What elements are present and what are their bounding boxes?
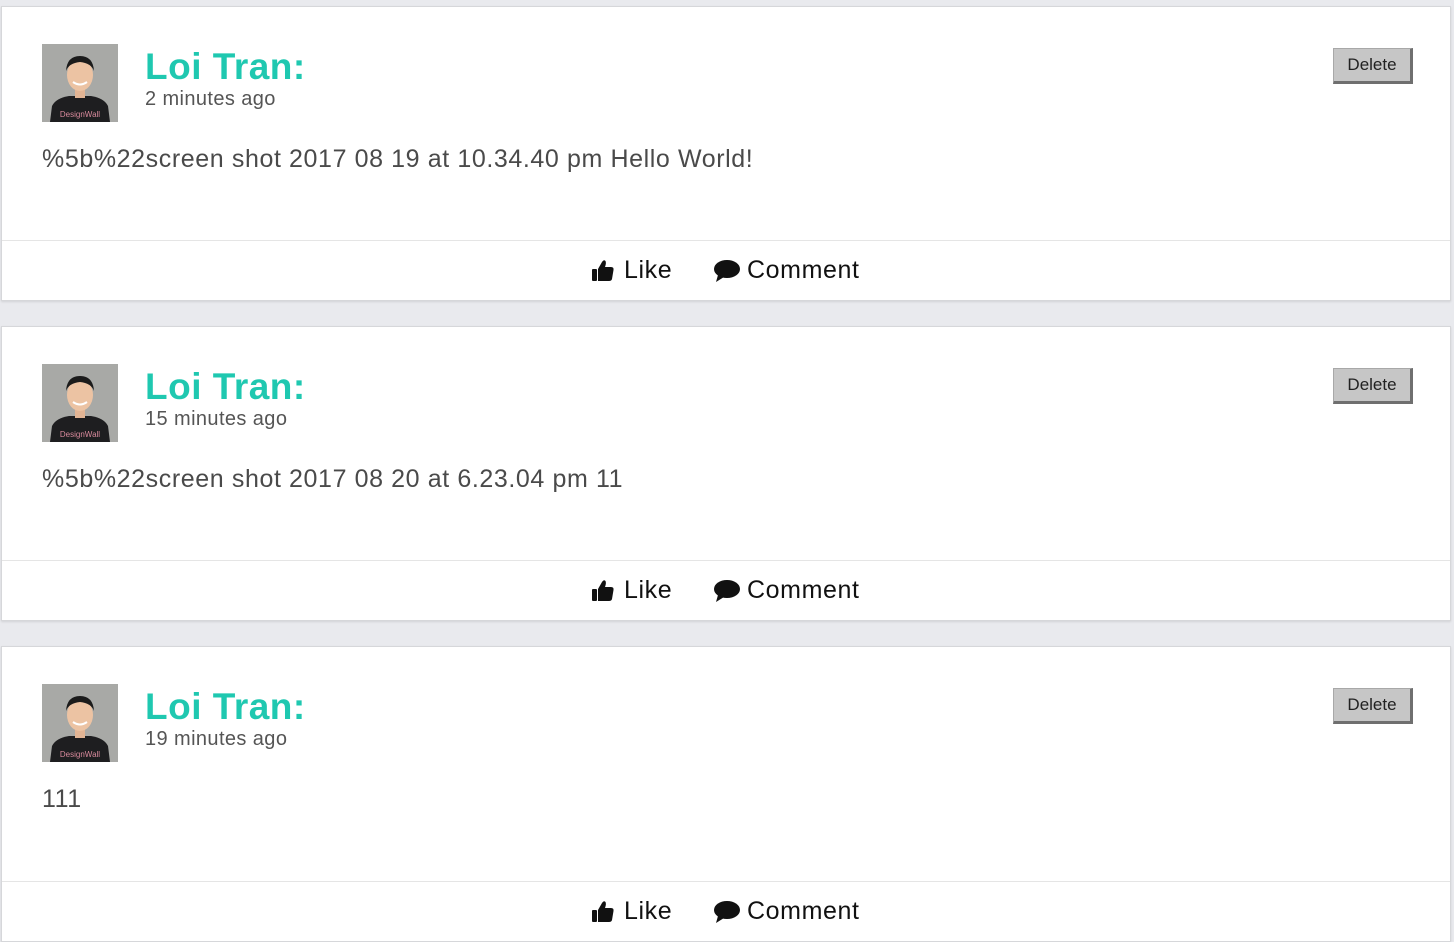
like-button[interactable]: Like <box>590 882 672 941</box>
comment-button[interactable]: Comment <box>713 241 860 300</box>
svg-text:DesignWall: DesignWall <box>60 110 100 119</box>
like-button[interactable]: Like <box>590 241 672 300</box>
comment-label: Comment <box>747 897 860 925</box>
post-timestamp: 15 minutes ago <box>145 408 288 430</box>
delete-button[interactable]: Delete <box>1333 688 1413 724</box>
author-name[interactable]: Loi Tran: <box>145 365 306 409</box>
post-action-bar: Like Comment <box>2 881 1450 941</box>
comment-button[interactable]: Comment <box>713 561 860 620</box>
thumbs-up-icon <box>590 899 616 925</box>
speech-bubble-icon <box>713 578 740 604</box>
thumbs-up-icon <box>590 578 616 604</box>
speech-bubble-icon <box>713 899 740 925</box>
avatar[interactable]: DesignWall <box>42 44 118 122</box>
like-label: Like <box>624 897 673 925</box>
comment-label: Comment <box>747 256 860 284</box>
post-timestamp: 19 minutes ago <box>145 728 288 750</box>
avatar[interactable]: DesignWall <box>42 684 118 762</box>
svg-text:DesignWall: DesignWall <box>60 430 100 439</box>
svg-text:DesignWall: DesignWall <box>60 750 100 759</box>
like-label: Like <box>624 576 673 604</box>
post-body: %5b%22screen shot 2017 08 19 at 10.34.40… <box>42 145 754 173</box>
post-timestamp: 2 minutes ago <box>145 88 276 110</box>
thumbs-up-icon <box>590 258 616 284</box>
post-feed: DesignWall Loi Tran: 2 minutes ago Delet… <box>0 0 1454 942</box>
like-label: Like <box>624 256 673 284</box>
author-name[interactable]: Loi Tran: <box>145 685 306 729</box>
comment-button[interactable]: Comment <box>713 882 860 941</box>
post-body: %5b%22screen shot 2017 08 20 at 6.23.04 … <box>42 465 624 493</box>
post-body: 111 <box>42 785 82 813</box>
post-card: DesignWall Loi Tran: 15 minutes ago Dele… <box>1 326 1451 621</box>
avatar[interactable]: DesignWall <box>42 364 118 442</box>
delete-button[interactable]: Delete <box>1333 48 1413 84</box>
author-name[interactable]: Loi Tran: <box>145 45 306 89</box>
delete-button[interactable]: Delete <box>1333 368 1413 404</box>
like-button[interactable]: Like <box>590 561 672 620</box>
post-action-bar: Like Comment <box>2 560 1450 620</box>
speech-bubble-icon <box>713 258 740 284</box>
comment-label: Comment <box>747 576 860 604</box>
post-card: DesignWall Loi Tran: 19 minutes ago Dele… <box>1 646 1451 942</box>
post-card: DesignWall Loi Tran: 2 minutes ago Delet… <box>1 6 1451 301</box>
post-action-bar: Like Comment <box>2 240 1450 300</box>
